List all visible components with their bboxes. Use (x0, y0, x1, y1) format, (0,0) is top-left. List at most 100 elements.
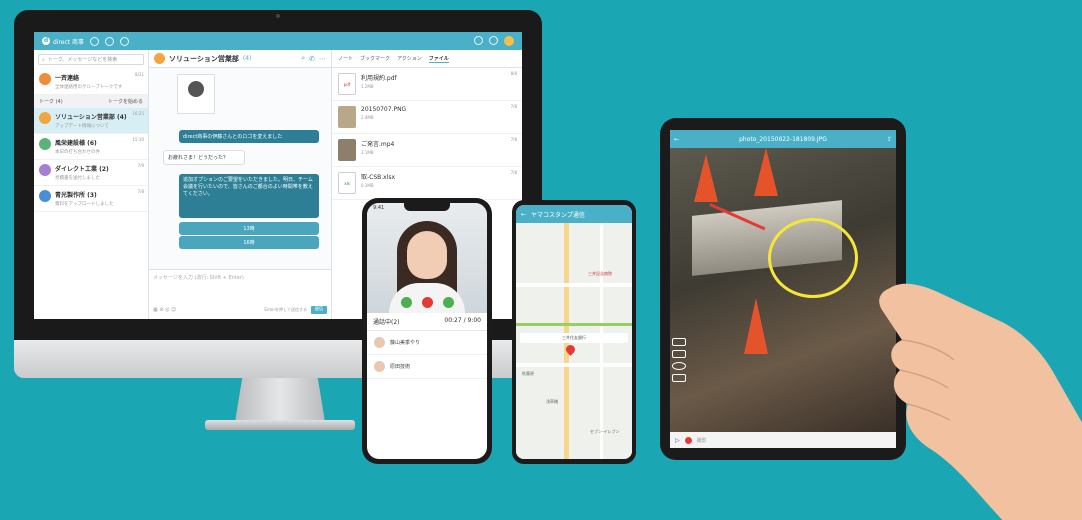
chat-title: ソリューション営業部 (169, 54, 239, 63)
file-date: 8/8 (510, 71, 517, 76)
call-status-bar: 通話中(2) 00:27 / 9:00 (367, 313, 487, 331)
talk-time: 15:30 (132, 137, 144, 142)
back-arrow-icon[interactable]: ← (674, 136, 679, 143)
arrow-tool-icon[interactable] (672, 350, 686, 358)
camera-icon[interactable] (442, 297, 454, 308)
image-thumbnail (338, 106, 356, 128)
search-icon: ⌕ (42, 56, 45, 63)
talk-preview: アップデート情報について (55, 124, 109, 129)
brand-logo-icon: d (42, 37, 50, 45)
traffic-cone (744, 298, 768, 354)
talk-time: 7/9 (137, 163, 144, 168)
record-icon[interactable] (684, 436, 692, 444)
record-label: 撮影 (696, 437, 707, 444)
talk-name: ダイレクト工業 (2) (55, 166, 109, 173)
video-feed: 9:41 (367, 203, 487, 313)
map-label: 秋葉原 (522, 371, 534, 376)
mic-icon[interactable] (400, 297, 412, 308)
tab-bookmark[interactable]: ブックマーク (360, 55, 390, 62)
file-size: 1.2MB (361, 84, 374, 89)
map-label: セブン-イレブン (590, 429, 620, 434)
contacts-icon[interactable] (105, 36, 115, 46)
search-input[interactable]: ⌕ トーク、メッセージなどを検索 (38, 54, 144, 65)
call-screen: 9:41 通話中(2) 00:27 / 9:00 藤山美季やり 原田技術 (367, 203, 487, 459)
talk-avatar (39, 138, 51, 150)
line-tool-icon[interactable] (672, 338, 686, 346)
rect-tool-icon[interactable] (672, 374, 686, 382)
file-item[interactable]: 20150707.PNG 2.4MB 7/8 (332, 101, 522, 134)
photo-title-bar: ← photo_20150622-181809.JPG ⇪ (670, 130, 896, 148)
share-icon[interactable]: ⇪ (887, 136, 892, 143)
file-item[interactable]: xls 取-CSB.xlsx 0.3MB 7/8 (332, 167, 522, 200)
tab-file[interactable]: ファイル (428, 55, 449, 63)
message-input[interactable]: メッセージを入力 (改行: Shift + Enter) ▦ ⊘ ◎ ☺ Ent… (149, 269, 331, 319)
map-title: ヤマコスタンプ通信 (531, 211, 585, 219)
play-icon[interactable]: ▷ (675, 437, 680, 444)
talk-item[interactable]: 青光製作所 (3) 資料をアップロードしました 7/8 (34, 186, 148, 212)
notification-icon[interactable] (474, 36, 483, 45)
file-item[interactable]: pdf 利用規約.pdf 1.2MB 8/8 (332, 68, 522, 101)
call-status: 通話中(2) (373, 319, 400, 326)
talk-name: 風栄建設様 (6) (55, 140, 97, 147)
member-item[interactable]: 原田技術 (367, 355, 487, 379)
app-top-bar: d direct 商事 (34, 32, 522, 50)
member-avatar (374, 361, 385, 372)
member-name: 原田技術 (390, 364, 411, 370)
map-road (516, 363, 632, 367)
xlsx-icon: xls (338, 172, 356, 194)
enter-hint[interactable]: Enterを押して送信する (264, 307, 307, 313)
talk-item[interactable]: 一斉連絡 全体連絡用のグループトークです 8/21 (34, 69, 148, 95)
tab-note[interactable]: ノート (338, 55, 353, 62)
tab-action[interactable]: アクション (397, 55, 422, 62)
brand[interactable]: d direct 商事 (42, 37, 84, 46)
talk-avatar (39, 112, 51, 124)
input-placeholder: メッセージを入力 (改行: Shift + Enter) (153, 275, 244, 281)
talk-item[interactable]: ソリューション営業部 (4) アップデート情報について 16:25 (34, 108, 148, 134)
file-name: 利用規約.pdf (361, 75, 397, 82)
circle-tool-icon[interactable] (672, 362, 686, 370)
map-label: 三井記念病院 (588, 271, 612, 276)
talk-icon[interactable] (90, 36, 100, 46)
map-view[interactable]: 三井記念病院 三井住友銀行 秋葉原 浅草橋 セブン-イレブン (516, 223, 632, 459)
member-item[interactable]: 藤山美季やり (367, 331, 487, 355)
option-button[interactable]: 16時 (179, 236, 319, 249)
file-size: 2.4MB (361, 115, 374, 120)
talk-name: 一斉連絡 (55, 75, 80, 82)
stamp-image (177, 74, 215, 114)
video-thumbnail (338, 139, 356, 161)
message-bubble: お疲れさま！どうだった？ (163, 150, 245, 165)
talk-avatar (39, 164, 51, 176)
file-item[interactable]: ご発言.mp4 3.1MB 7/8 (332, 134, 522, 167)
more-icon[interactable]: ⋯ (319, 55, 326, 63)
hang-up-button[interactable] (421, 297, 433, 308)
brand-name: direct 商事 (53, 38, 85, 46)
file-name: 取-CSB.xlsx (361, 174, 396, 181)
task-icon[interactable] (120, 36, 130, 46)
talk-list: ⌕ トーク、メッセージなどを検索 一斉連絡 全体連絡用のグループトークです 8/… (34, 50, 149, 319)
attach-icon[interactable]: ▦ ⊘ ◎ ☺ (153, 307, 176, 313)
talk-preview: 本日の打ち合わせの件 (55, 150, 100, 155)
chat-avatar (154, 53, 165, 64)
search-icon[interactable]: ⌕ (301, 54, 305, 63)
map-rail (516, 323, 632, 326)
talk-item[interactable]: 風栄建設様 (6) 本日の打ち合わせの件 15:30 (34, 134, 148, 160)
status-time: 9:41 (373, 205, 385, 211)
traffic-cone (694, 154, 718, 202)
settings-icon[interactable] (489, 36, 498, 45)
user-avatar[interactable] (504, 36, 514, 46)
talk-time: 16:25 (132, 111, 144, 116)
pdf-icon: pdf (338, 73, 356, 95)
phone-icon[interactable]: ✆ (309, 55, 315, 63)
talk-section-header: トーク (4) トークを始める (34, 95, 148, 108)
talk-avatar (39, 190, 51, 202)
camera-dot (276, 14, 280, 18)
chat-member-count[interactable]: (4) (243, 55, 252, 62)
option-button[interactable]: 13時 (179, 222, 319, 235)
call-phone: 9:41 通話中(2) 00:27 / 9:00 藤山美季やり 原田技術 (362, 198, 492, 464)
monitor-base (205, 420, 355, 430)
start-talk-button[interactable]: トークを始める (108, 98, 143, 105)
member-name: 藤山美季やり (390, 340, 421, 346)
talk-item[interactable]: ダイレクト工業 (2) 見積書を送付しました 7/9 (34, 160, 148, 186)
back-arrow-icon[interactable]: ← (521, 211, 526, 218)
send-button[interactable]: 送信 (311, 306, 327, 314)
